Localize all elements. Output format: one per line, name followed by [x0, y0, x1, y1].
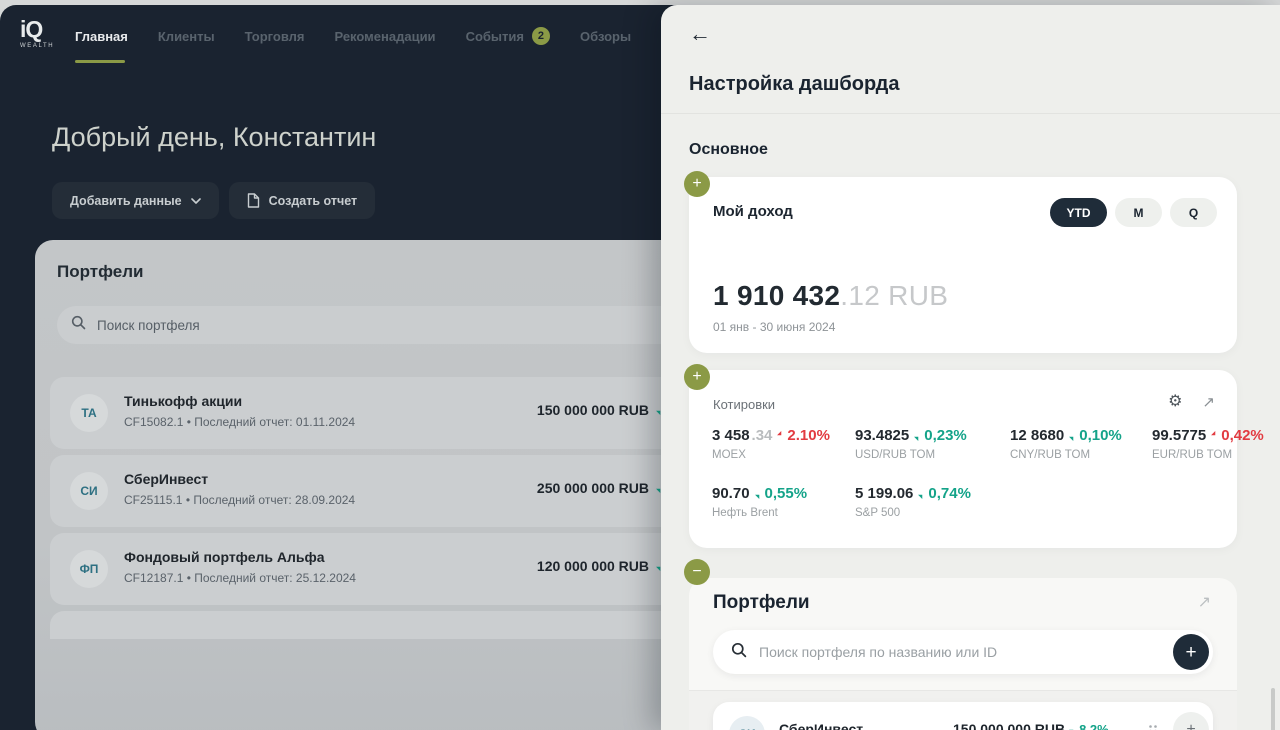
tab-month[interactable]: M — [1115, 198, 1162, 227]
active-tab-underline — [75, 60, 125, 63]
quote-usd-rub: 93.4825 0,23% USD/RUB TOM — [855, 427, 967, 461]
nav-item-recommendations[interactable]: Рекоменадации — [334, 29, 435, 44]
hero-buttons: Добавить данные Создать отчет — [52, 182, 376, 219]
avatar: ФП — [70, 550, 108, 588]
tab-quarter[interactable]: Q — [1170, 198, 1217, 227]
section-main-label: Основное — [689, 141, 768, 158]
header-divider — [661, 113, 1280, 114]
portfolio-list: ТА Тинькофф акции CF15082.1 • Последний … — [50, 377, 690, 639]
open-link-icon[interactable]: ↗ — [1198, 592, 1211, 612]
avatar: СИ — [70, 472, 108, 510]
collapse-widget-button[interactable]: − — [684, 559, 710, 585]
chevron-down-icon — [190, 197, 201, 204]
period-tabs: YTD M Q — [1050, 198, 1217, 227]
add-data-button[interactable]: Добавить данные — [52, 182, 219, 219]
nav-item-clients[interactable]: Клиенты — [158, 29, 215, 44]
top-nav: Главная Клиенты Торговля Рекоменадации С… — [75, 5, 730, 67]
add-portfolio-button[interactable]: + — [1173, 634, 1209, 670]
trend-down-icon — [777, 430, 786, 440]
nav-item-reviews[interactable]: Обзоры — [580, 29, 631, 44]
logo-text: iQ — [20, 16, 43, 42]
back-button[interactable]: ← — [689, 23, 711, 45]
panel-portfolio-search[interactable]: + — [713, 630, 1213, 674]
panel-portfolios-title: Портфели — [713, 592, 810, 613]
trend-up-icon — [1069, 431, 1078, 441]
quote-sp500: 5 199.06 0,74% S&P 500 — [855, 485, 971, 519]
portfolio-row[interactable]: ФП Фондовый портфель Альфа CF12187.1 • П… — [50, 533, 690, 605]
nav-item-events[interactable]: События 2 — [466, 27, 550, 45]
tab-ytd[interactable]: YTD — [1050, 198, 1107, 227]
income-card: Мой доход YTD M Q 1 910 432.12 RUB 01 ян… — [689, 177, 1237, 353]
row-action-button[interactable]: + — [1173, 712, 1209, 730]
gear-icon[interactable]: ⚙ — [1168, 394, 1182, 410]
drag-handle-icon[interactable] — [1148, 724, 1158, 730]
panel-portfolios-section: Портфели ↗ + СИ СберИнвест 150 000 000 R… — [689, 578, 1237, 730]
quotes-card-title: Котировки — [713, 397, 776, 412]
portfolios-card-title: Портфели — [57, 262, 144, 281]
portfolio-search[interactable] — [57, 306, 697, 344]
avatar: ТА — [70, 394, 108, 432]
quote-eur-rub: 99.5775 0,42% EUR/RUB TOM — [1152, 427, 1264, 461]
app-logo: iQ WEALTH — [20, 16, 55, 50]
quote-brent: 90.70 0,55% Нефть Brent — [712, 485, 808, 519]
income-card-title: Мой доход — [713, 203, 793, 220]
dashboard-settings-panel: ← Настройка дашборда Основное + Мой дохо… — [661, 5, 1280, 730]
search-icon — [731, 642, 747, 663]
trend-up-icon — [918, 489, 927, 499]
nav-item-trading[interactable]: Торговля — [245, 29, 305, 44]
income-period: 01 янв - 30 июня 2024 — [713, 320, 836, 334]
logo-subtext: WEALTH — [20, 43, 55, 49]
portfolio-row[interactable]: СИ СберИнвест CF25115.1 • Последний отче… — [50, 455, 690, 527]
nav-item-home[interactable]: Главная — [75, 29, 128, 44]
quote-cny-rub: 12 8680 0,10% CNY/RUB TOM — [1010, 427, 1122, 461]
trend-up-icon — [1069, 725, 1078, 730]
income-amount: 1 910 432.12 RUB — [713, 280, 949, 311]
panel-portfolio-list: СИ СберИнвест 150 000 000 RUB 8.2% + — [689, 691, 1237, 730]
panel-title: Настройка дашборда — [689, 73, 900, 95]
trend-down-icon — [1211, 430, 1220, 440]
add-widget-button[interactable]: + — [684, 364, 710, 390]
scrollbar[interactable] — [1271, 688, 1275, 730]
open-link-icon[interactable]: ↗ — [1202, 395, 1215, 410]
add-widget-button[interactable]: + — [684, 171, 710, 197]
events-count-badge: 2 — [531, 27, 550, 45]
trend-up-icon — [914, 431, 923, 441]
create-report-button[interactable]: Создать отчет — [228, 182, 376, 219]
trend-up-icon — [754, 489, 764, 499]
portfolio-row-partial[interactable] — [50, 611, 690, 639]
panel-portfolio-search-input[interactable] — [757, 643, 1213, 661]
quote-moex: 3 458.34 2.10% MOEX — [712, 427, 830, 461]
panel-portfolio-row[interactable]: СИ СберИнвест 150 000 000 RUB 8.2% + — [713, 702, 1213, 730]
document-icon — [247, 193, 260, 208]
page-greeting: Добрый день, Константин — [52, 122, 377, 152]
quotes-card: Котировки ⚙ ↗ 3 458.34 2.10% MOEX 93.4825… — [689, 370, 1264, 548]
screen: iQ WEALTH Главная Клиенты Торговля Реком… — [0, 0, 1280, 730]
portfolio-row[interactable]: ТА Тинькофф акции CF15082.1 • Последний … — [50, 377, 690, 449]
search-icon — [71, 315, 86, 335]
avatar: СИ — [729, 716, 765, 730]
portfolio-search-input[interactable] — [95, 316, 683, 334]
